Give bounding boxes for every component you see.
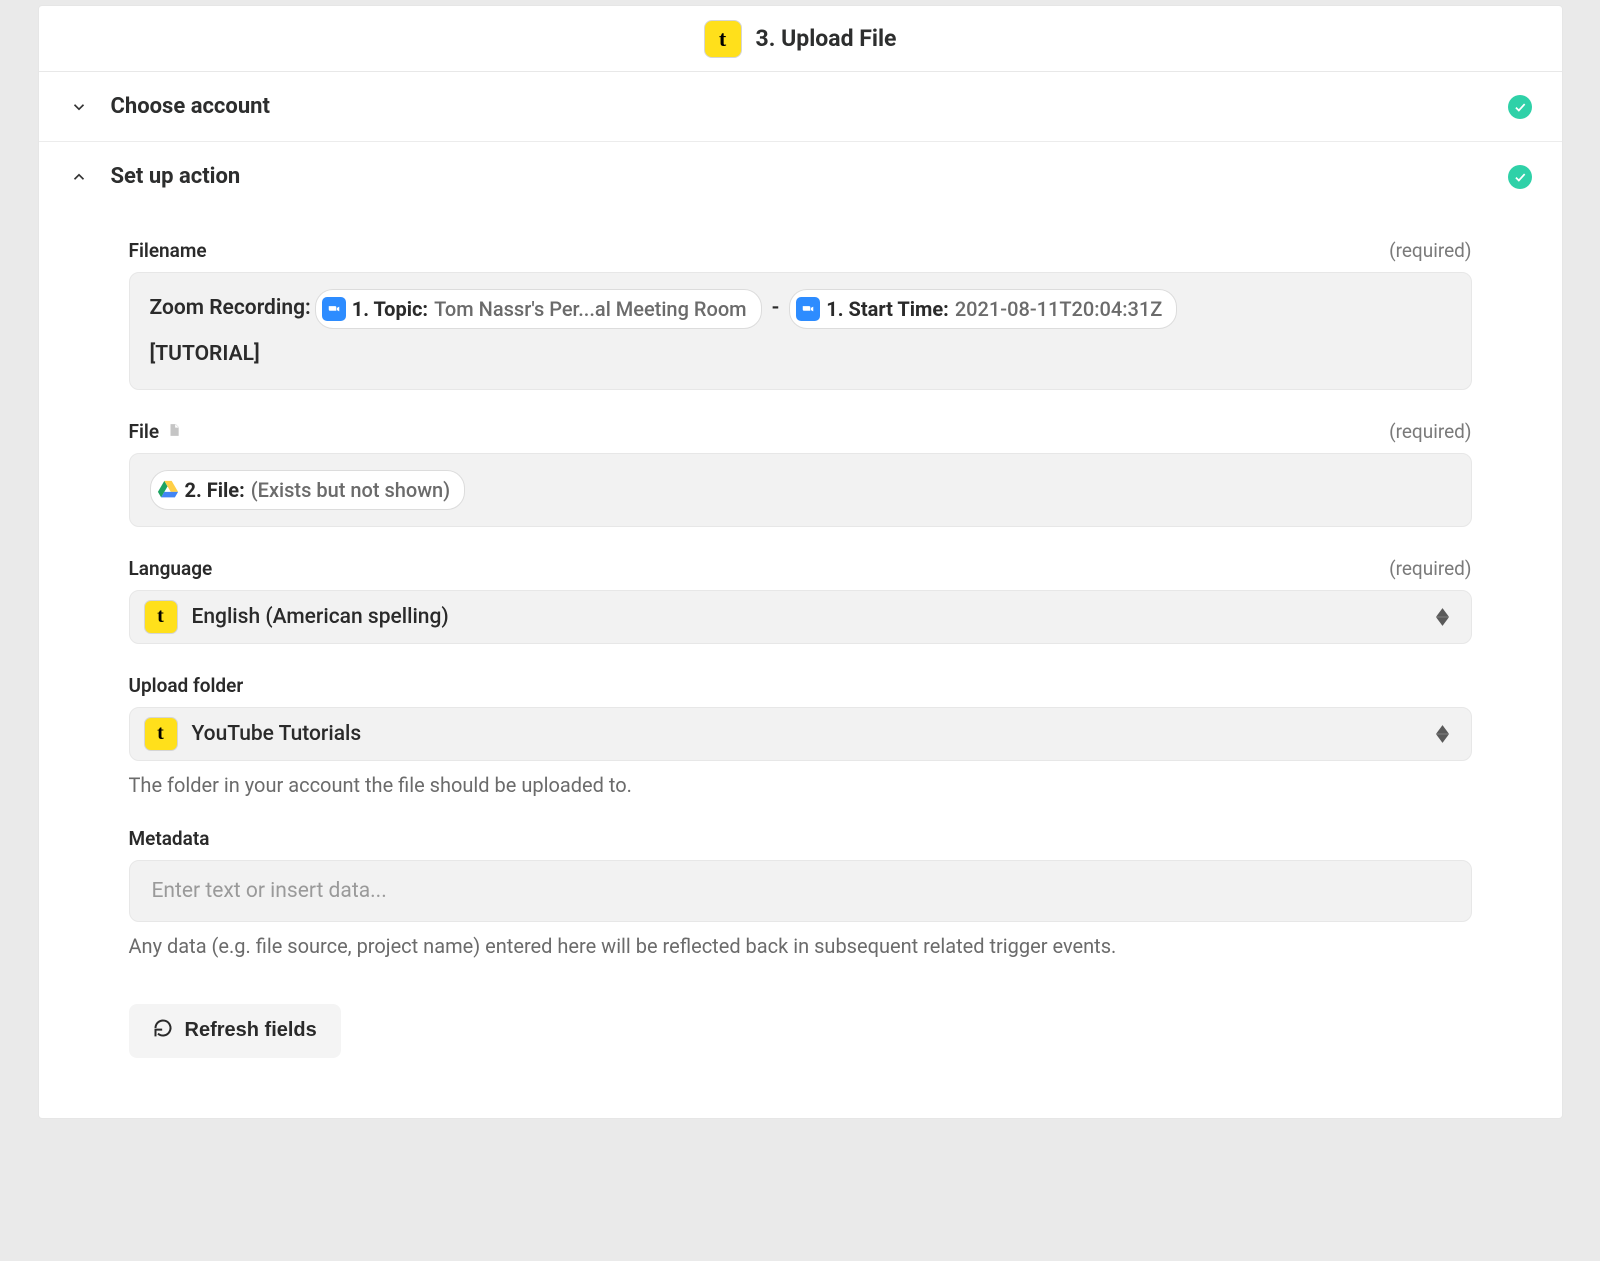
chevron-up-icon [69,167,89,187]
status-complete-icon [1508,165,1532,189]
required-indicator: (required) [1389,239,1471,262]
pill-value: (Exists but not shown) [251,473,450,507]
section-title-setup-action: Set up action [111,164,241,189]
section-choose-account[interactable]: Choose account [39,72,1562,142]
pill-label: 1. Start Time: [826,292,949,326]
field-upload-folder: Upload folder t YouTube Tutorials The fo… [129,674,1472,797]
section-setup-action[interactable]: Set up action [39,142,1562,211]
filename-suffix-text: [TUTORIAL] [150,337,1451,373]
label-filename: Filename [129,239,207,262]
status-complete-icon [1508,95,1532,119]
metadata-help: Any data (e.g. file source, project name… [129,934,1472,958]
filename-input[interactable]: Zoom Recording: 1. Topic: Tom Nassr's Pe… [129,272,1472,390]
panel-header: t 3. Upload File [39,6,1562,72]
app-icon: t [704,20,742,58]
upload-folder-value: YouTube Tutorials [192,722,362,746]
refresh-fields-button[interactable]: Refresh fields [129,1004,341,1058]
file-input[interactable]: 2. File: (Exists but not shown) [129,453,1472,527]
pill-label: 2. File: [185,473,245,507]
field-language: Language (required) t English (American … [129,557,1472,644]
chevron-down-icon [69,97,89,117]
metadata-input[interactable]: Enter text or insert data... [129,860,1472,922]
file-icon [167,420,181,443]
select-arrows-icon [1436,725,1449,743]
language-select[interactable]: t English (American spelling) [129,590,1472,644]
pill-label: 1. Topic: [352,292,428,326]
pill-zoom-starttime[interactable]: 1. Start Time: 2021-08-11T20:04:31Z [789,289,1177,329]
required-indicator: (required) [1389,557,1471,580]
pill-value: 2021-08-11T20:04:31Z [955,292,1163,326]
refresh-icon [153,1018,173,1044]
label-metadata: Metadata [129,827,210,850]
pill-value: Tom Nassr's Per...al Meeting Room [434,292,747,326]
upload-folder-select[interactable]: t YouTube Tutorials [129,707,1472,761]
required-indicator: (required) [1389,420,1471,443]
section-title-choose-account: Choose account [111,94,270,119]
filename-prefix-text: Zoom Recording: [150,291,311,327]
field-file: File (required) 2. File: (Exists but not… [129,420,1472,527]
upload-folder-help: The folder in your account the file shou… [129,773,1472,797]
pill-drive-file[interactable]: 2. File: (Exists but not shown) [150,470,466,510]
metadata-placeholder: Enter text or insert data... [152,879,387,903]
action-editor-panel: t 3. Upload File Choose account Set up a… [38,5,1563,1119]
panel-title: 3. Upload File [756,25,897,52]
setup-action-form: Filename (required) Zoom Recording: 1. T… [39,211,1562,1118]
language-value: English (American spelling) [192,605,449,629]
zoom-icon [796,297,820,321]
app-icon: t [144,600,178,634]
app-icon: t [144,717,178,751]
refresh-button-label: Refresh fields [185,1019,317,1042]
field-metadata: Metadata Enter text or insert data... An… [129,827,1472,958]
select-arrows-icon [1436,608,1449,626]
google-drive-icon [157,479,179,501]
label-language: Language [129,557,213,580]
label-file: File [129,420,182,443]
pill-zoom-topic[interactable]: 1. Topic: Tom Nassr's Per...al Meeting R… [315,289,762,329]
label-upload-folder: Upload folder [129,674,244,697]
field-filename: Filename (required) Zoom Recording: 1. T… [129,239,1472,390]
zoom-icon [322,297,346,321]
filename-separator: - [766,291,786,327]
